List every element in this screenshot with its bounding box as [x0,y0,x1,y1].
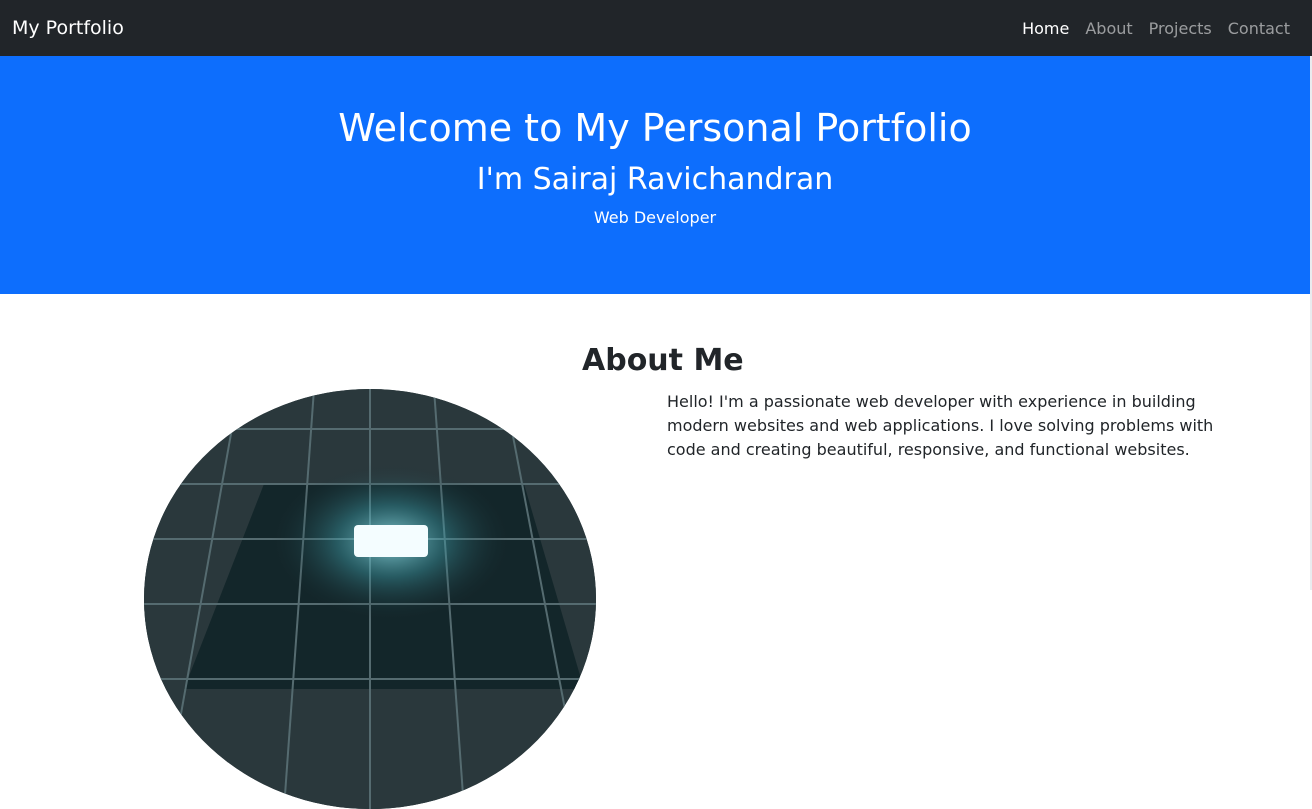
hero-section: Welcome to My Personal Portfolio I'm Sai… [0,56,1310,294]
nav-links: Home About Projects Contact [1022,19,1290,38]
profile-photo [144,389,596,809]
navbar: My Portfolio Home About Projects Contact [0,0,1312,56]
hero-title: Welcome to My Personal Portfolio [338,106,972,150]
hero-name: I'm Sairaj Ravichandran [476,162,834,197]
nav-link-about[interactable]: About [1085,19,1132,38]
about-heading: About Me [582,343,744,378]
nav-link-contact[interactable]: Contact [1228,19,1290,38]
nav-link-home[interactable]: Home [1022,19,1069,38]
light-fixture-icon [354,525,428,557]
hero-role: Web Developer [593,208,717,227]
brand-link[interactable]: My Portfolio [12,17,124,39]
about-text: Hello! I'm a passionate web developer wi… [667,392,1214,459]
ceiling-photo-image [144,389,596,809]
nav-link-projects[interactable]: Projects [1149,19,1212,38]
